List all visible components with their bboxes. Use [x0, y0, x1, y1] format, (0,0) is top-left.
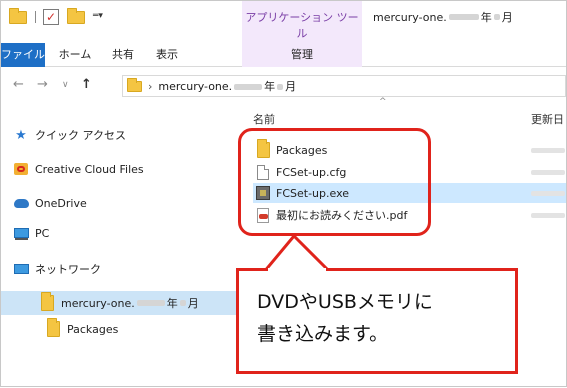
callout-pointer-joint — [268, 268, 326, 272]
